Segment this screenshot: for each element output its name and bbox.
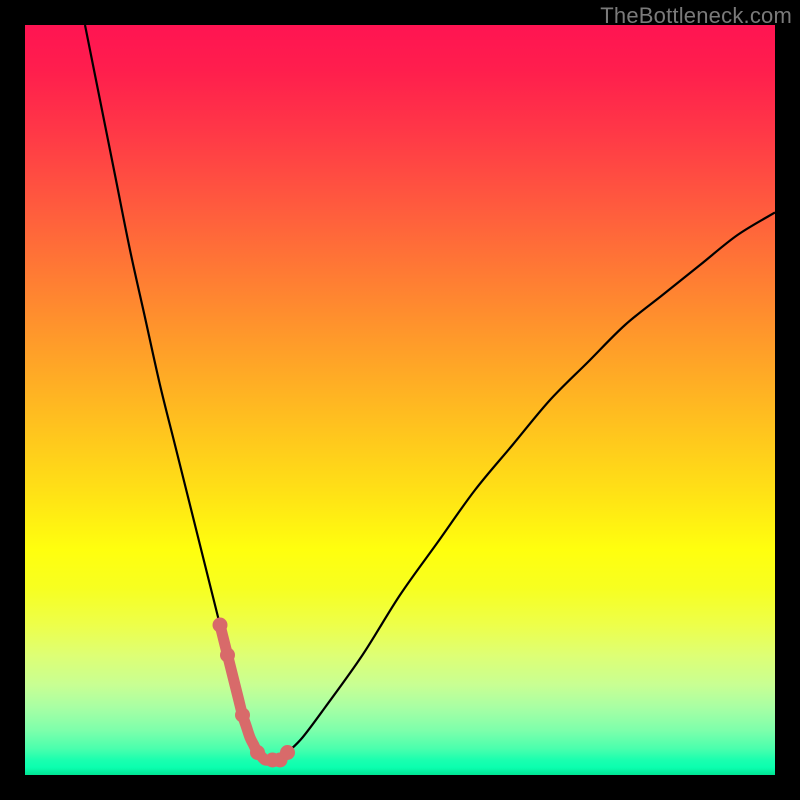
chart-frame: TheBottleneck.com [0, 0, 800, 800]
highlight-dot [235, 708, 250, 723]
watermark-text: TheBottleneck.com [600, 3, 792, 29]
plot-area [25, 25, 775, 775]
bottleneck-curve-path [85, 25, 775, 761]
highlight-dot [213, 618, 228, 633]
highlight-dot [280, 745, 295, 760]
highlight-dot [220, 648, 235, 663]
bottleneck-curve-highlight [220, 625, 288, 760]
highlight-dot [250, 745, 265, 760]
bottleneck-curve-svg [25, 25, 775, 775]
